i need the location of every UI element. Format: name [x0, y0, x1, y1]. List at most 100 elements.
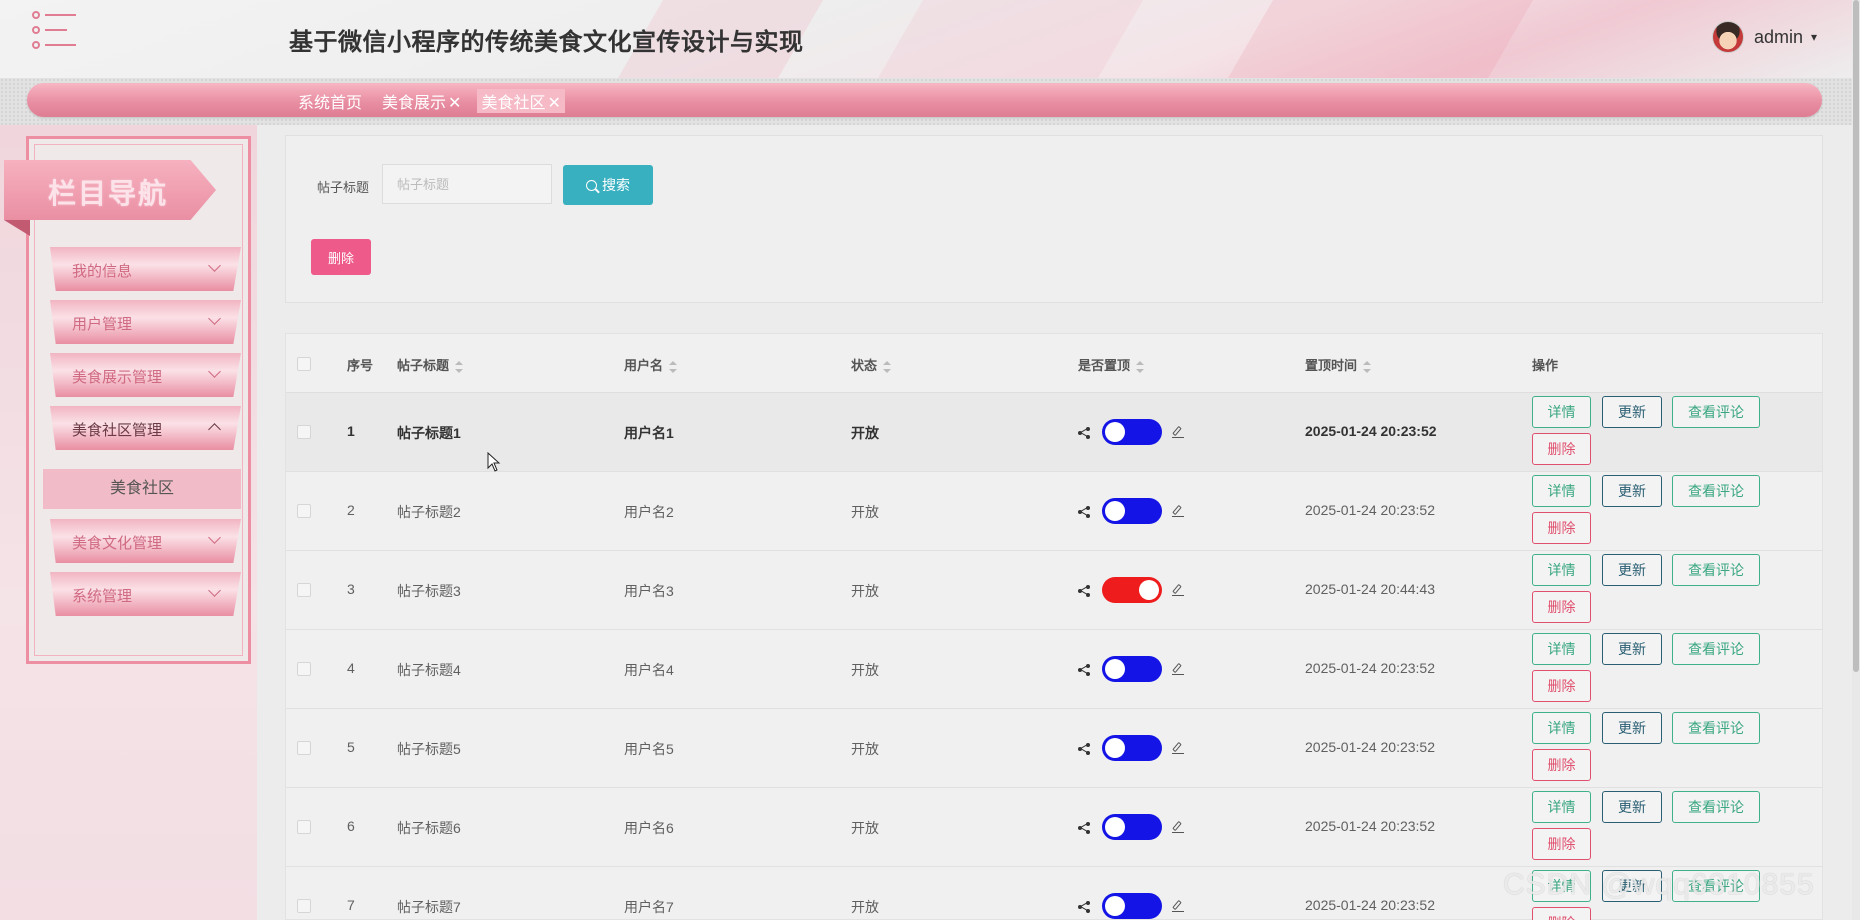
top-header: [0, 0, 1860, 78]
close-icon[interactable]: ✕: [448, 95, 461, 112]
pinned-toggle[interactable]: [1102, 893, 1162, 919]
delete-button[interactable]: 删除: [1532, 670, 1591, 702]
delete-button[interactable]: 删除: [1532, 512, 1591, 544]
sidebar-item-user-management[interactable]: 用户管理: [50, 300, 241, 344]
sort-icon: [883, 360, 892, 373]
update-button[interactable]: 更新: [1602, 554, 1662, 586]
pinned-toggle[interactable]: [1102, 656, 1162, 682]
pinned-toggle[interactable]: [1102, 814, 1162, 840]
sidebar-item-my-info[interactable]: 我的信息: [50, 247, 241, 291]
column-header-pin-time[interactable]: 置顶时间: [1305, 355, 1372, 374]
header-decoration: [865, 0, 1155, 78]
view-comments-button[interactable]: 查看评论: [1672, 791, 1760, 823]
sidebar-item-food-display-management[interactable]: 美食展示管理: [50, 353, 241, 397]
update-button[interactable]: 更新: [1602, 791, 1662, 823]
cell-pin-time: 2025-01-24 20:23:52: [1305, 502, 1435, 518]
sort-icon: [1136, 360, 1145, 373]
column-header-pinned[interactable]: 是否置顶: [1078, 355, 1145, 374]
column-header-title[interactable]: 帖子标题: [397, 355, 464, 374]
search-button[interactable]: 搜索: [563, 165, 653, 205]
caret-down-icon: ▾: [1811, 30, 1818, 44]
pinned-toggle[interactable]: [1102, 419, 1162, 445]
delete-button[interactable]: 删除: [1532, 591, 1591, 623]
search-input[interactable]: [382, 164, 552, 204]
edit-icon[interactable]: [1172, 899, 1184, 912]
update-button[interactable]: 更新: [1602, 475, 1662, 507]
header-decoration: [1215, 0, 1545, 78]
delete-button[interactable]: 删除: [1532, 749, 1591, 781]
close-icon[interactable]: ✕: [547, 95, 560, 112]
edit-icon[interactable]: [1172, 820, 1184, 833]
cell-status: 开放: [851, 504, 879, 520]
cell-pin-time: 2025-01-24 20:23:52: [1305, 423, 1437, 439]
detail-button[interactable]: 详情: [1532, 712, 1591, 744]
column-header-status[interactable]: 状态: [851, 355, 892, 374]
view-comments-button[interactable]: 查看评论: [1672, 475, 1760, 507]
table-row: [286, 709, 1822, 788]
menu-toggle-icon[interactable]: [30, 10, 76, 50]
detail-button[interactable]: 详情: [1532, 396, 1591, 428]
search-icon: [586, 179, 597, 191]
share-icon[interactable]: [1078, 822, 1090, 834]
detail-button[interactable]: 详情: [1532, 475, 1591, 507]
sidebar-subitem-food-community[interactable]: 美食社区: [43, 469, 241, 509]
share-icon[interactable]: [1078, 901, 1090, 913]
detail-button[interactable]: 详情: [1532, 791, 1591, 823]
chevron-down-icon: [208, 531, 221, 544]
share-icon[interactable]: [1078, 427, 1090, 439]
chevron-down-icon: [208, 365, 221, 378]
edit-icon[interactable]: [1172, 741, 1184, 754]
view-comments-button[interactable]: 查看评论: [1672, 396, 1760, 428]
delete-button[interactable]: 删除: [1532, 433, 1591, 465]
share-icon[interactable]: [1078, 664, 1090, 676]
bulk-delete-button[interactable]: 删除: [311, 239, 371, 275]
share-icon[interactable]: [1078, 743, 1090, 755]
update-button[interactable]: 更新: [1602, 712, 1662, 744]
pinned-toggle[interactable]: [1102, 498, 1162, 524]
table-row: [286, 630, 1822, 709]
cell-title: 帖子标题3: [397, 583, 461, 599]
row-checkbox[interactable]: [297, 899, 311, 913]
edit-icon[interactable]: [1172, 583, 1184, 596]
tab-home[interactable]: 系统首页: [294, 89, 366, 113]
pinned-toggle[interactable]: [1102, 577, 1162, 603]
delete-button[interactable]: 删除: [1532, 828, 1591, 860]
edit-icon[interactable]: [1172, 425, 1184, 438]
detail-button[interactable]: 详情: [1532, 633, 1591, 665]
page-scrollbar[interactable]: [1852, 0, 1860, 920]
cell-pin-time: 2025-01-24 20:23:52: [1305, 739, 1435, 755]
cell-index: 4: [347, 660, 355, 676]
cell-pin-time: 2025-01-24 20:23:52: [1305, 897, 1435, 913]
cell-index: 3: [347, 581, 355, 597]
pinned-toggle[interactable]: [1102, 735, 1162, 761]
view-comments-button[interactable]: 查看评论: [1672, 712, 1760, 744]
update-button[interactable]: 更新: [1602, 396, 1662, 428]
view-comments-button[interactable]: 查看评论: [1672, 633, 1760, 665]
edit-icon[interactable]: [1172, 662, 1184, 675]
cell-index: 1: [347, 423, 355, 439]
row-checkbox[interactable]: [297, 504, 311, 518]
scrollbar-thumb[interactable]: [1853, 0, 1859, 672]
view-comments-button[interactable]: 查看评论: [1672, 554, 1760, 586]
share-icon[interactable]: [1078, 506, 1090, 518]
detail-button[interactable]: 详情: [1532, 554, 1591, 586]
row-checkbox[interactable]: [297, 583, 311, 597]
tab-food-community[interactable]: 美食社区 ✕: [477, 89, 565, 113]
user-menu[interactable]: admin ▾: [1712, 20, 1817, 54]
update-button[interactable]: 更新: [1602, 633, 1662, 665]
row-checkbox[interactable]: [297, 820, 311, 834]
tab-food-display[interactable]: 美食展示 ✕: [378, 89, 465, 113]
select-all-checkbox[interactable]: [297, 357, 311, 371]
delete-button[interactable]: 删除: [1532, 907, 1591, 920]
cell-status: 开放: [851, 425, 879, 441]
table-row: [286, 393, 1822, 472]
share-icon[interactable]: [1078, 585, 1090, 597]
column-header-username[interactable]: 用户名: [624, 355, 678, 374]
row-checkbox[interactable]: [297, 662, 311, 676]
edit-icon[interactable]: [1172, 504, 1184, 517]
sidebar-item-system-management[interactable]: 系统管理: [50, 572, 241, 616]
sidebar-item-food-culture-management[interactable]: 美食文化管理: [50, 519, 241, 563]
row-checkbox[interactable]: [297, 741, 311, 755]
sidebar-item-food-community-management[interactable]: 美食社区管理: [50, 406, 241, 450]
row-checkbox[interactable]: [297, 425, 311, 439]
